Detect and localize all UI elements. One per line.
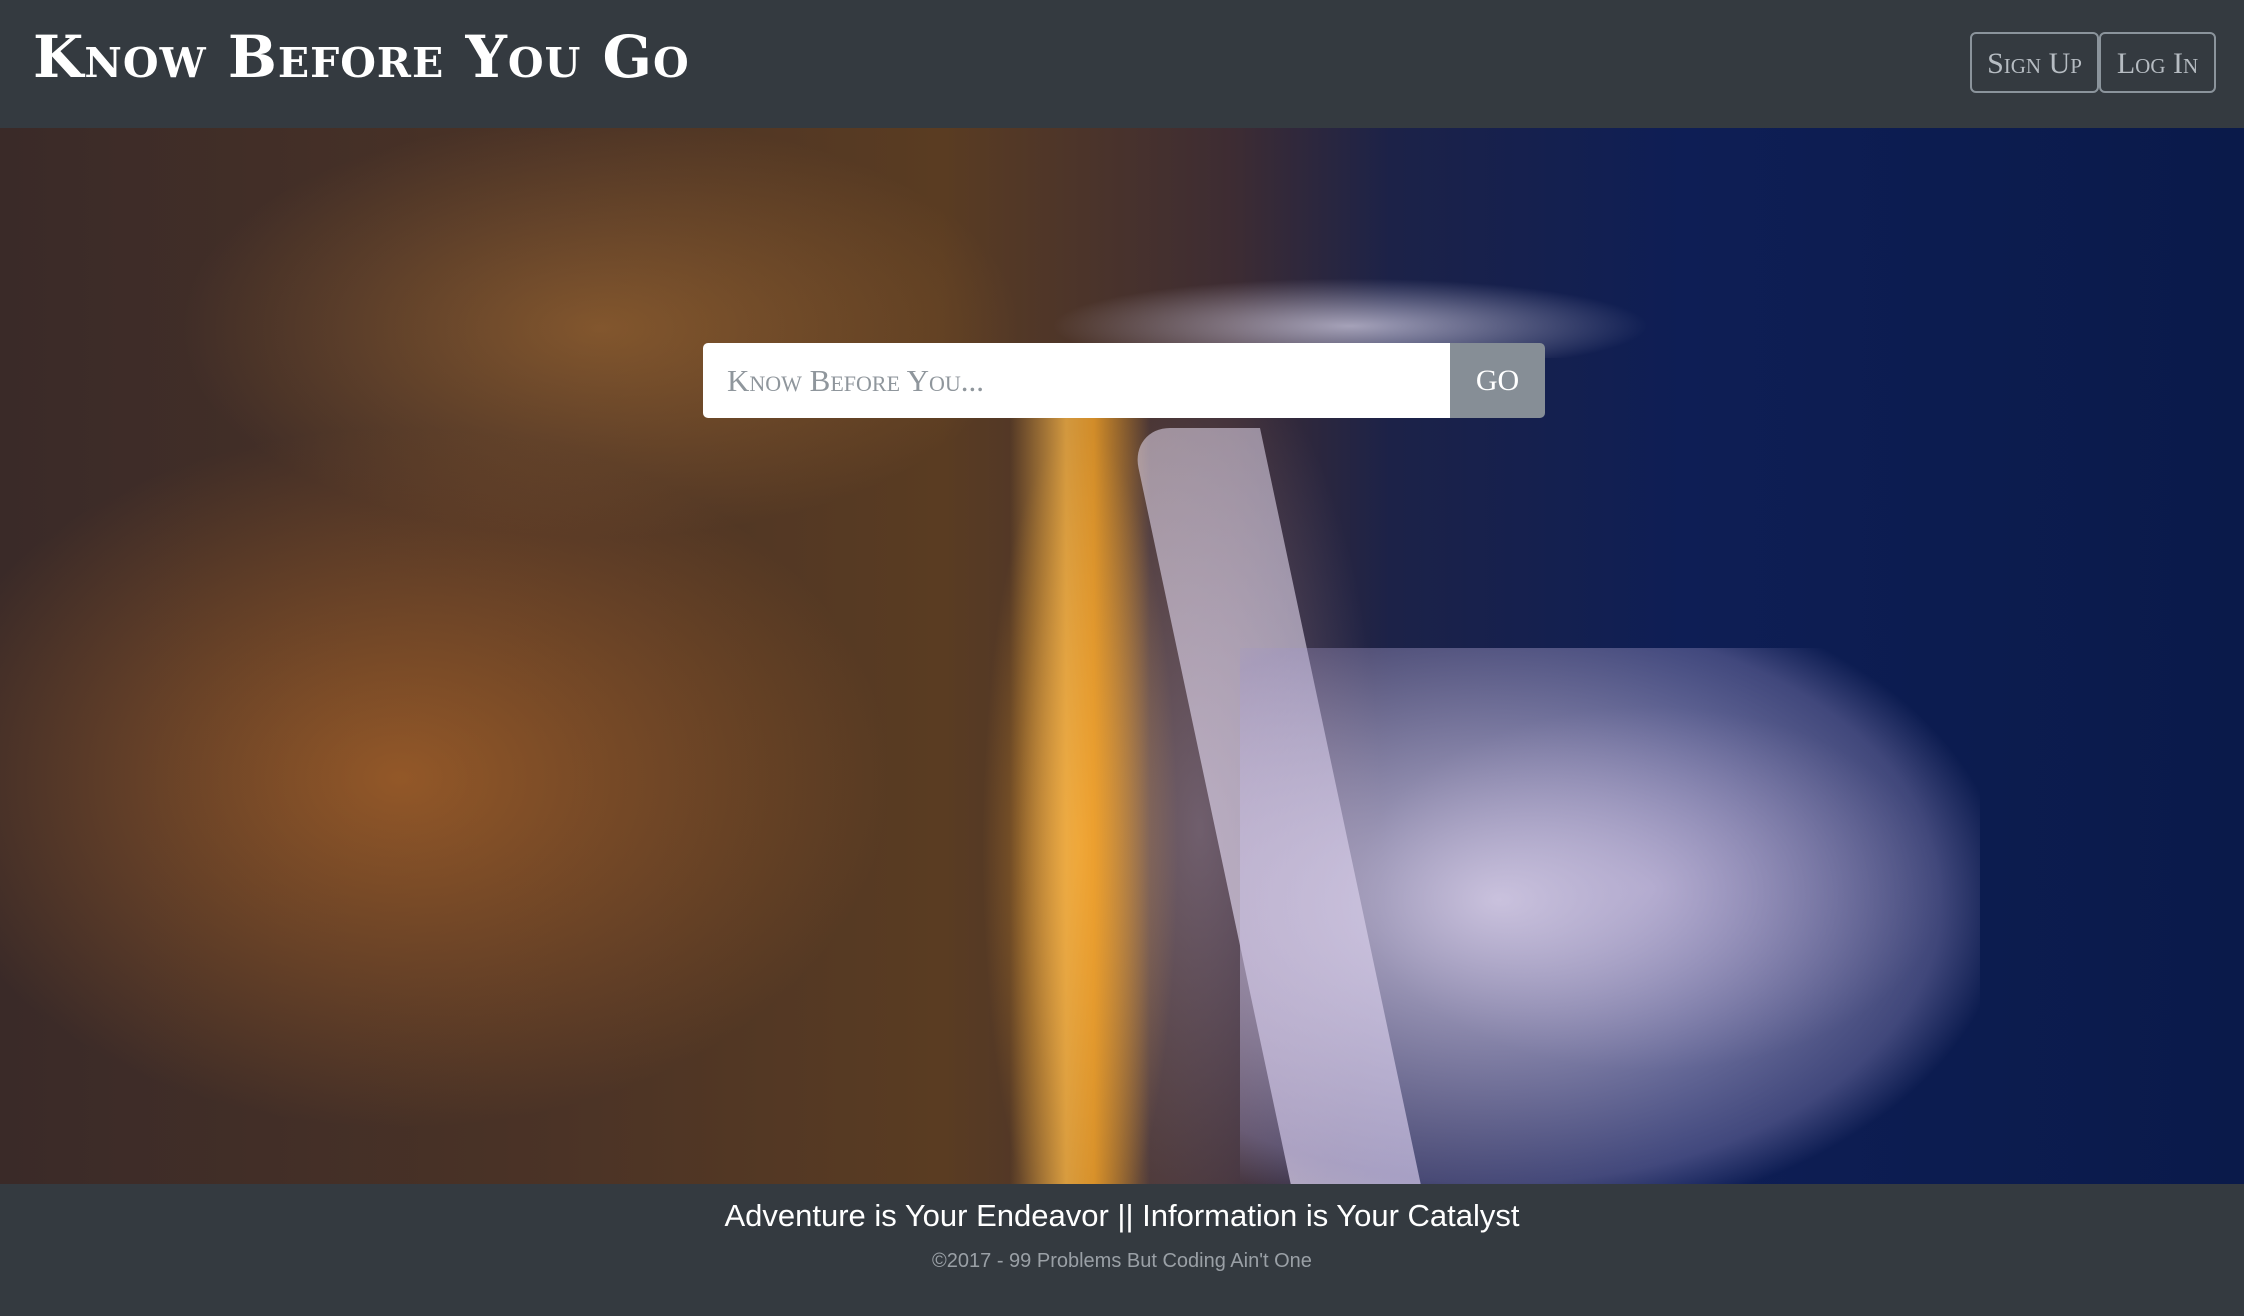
brand-logo[interactable]: Know Before You Go (33, 22, 690, 92)
hero-beach (1240, 648, 1980, 1184)
navbar: Know Before You Go Sign Up Log In (0, 0, 2244, 128)
log-in-button[interactable]: Log In (2099, 32, 2216, 93)
search-bar: GO (703, 343, 1545, 418)
hero-highway (1010, 408, 1150, 1184)
hero-background-image (0, 128, 2244, 1184)
footer-tagline: Adventure is Your Endeavor || Informatio… (724, 1198, 1520, 1233)
sign-up-button[interactable]: Sign Up (1970, 32, 2099, 93)
footer: Adventure is Your Endeavor || Informatio… (0, 1184, 2244, 1316)
footer-copyright: ©2017 - 99 Problems But Coding Ain't One (932, 1250, 1312, 1272)
search-input[interactable] (703, 343, 1450, 418)
go-button[interactable]: GO (1450, 343, 1545, 418)
